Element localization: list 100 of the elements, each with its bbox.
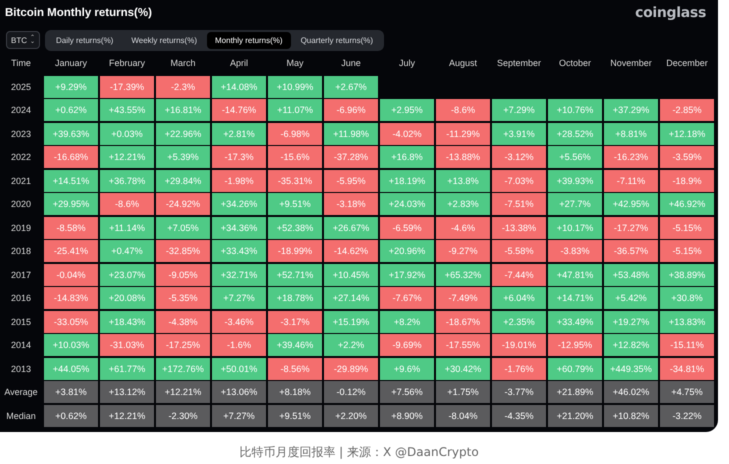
column-header: July xyxy=(398,57,416,70)
row-label: 2025 xyxy=(10,80,32,94)
table-cell: +44.05% xyxy=(44,358,98,380)
table-cell: +13.06% xyxy=(212,381,266,403)
table-cell: -7.11% xyxy=(604,170,658,192)
table-cell: +12.18% xyxy=(660,122,714,144)
table-cell: +14.08% xyxy=(212,76,266,98)
table-cell: -8.04% xyxy=(436,404,490,426)
table-cell: +29.84% xyxy=(156,170,210,192)
table-cell: -17.39% xyxy=(100,76,154,98)
table-cell: +61.77% xyxy=(100,358,154,380)
row-label: 2014 xyxy=(10,339,32,352)
table-cell: +65.32% xyxy=(436,264,490,286)
table-cell: -31.03% xyxy=(100,334,154,356)
table-cell: -15.11% xyxy=(660,334,714,356)
table-cell: -4.35% xyxy=(492,404,546,426)
table-cell: +27.7% xyxy=(548,193,602,215)
table-cell: +12.21% xyxy=(100,404,154,426)
table-cell: -7.67% xyxy=(380,287,434,309)
brand-logo: coinglass xyxy=(635,5,706,21)
table-cell: -8.6% xyxy=(100,193,154,215)
row-label: 2019 xyxy=(10,222,32,234)
table-cell: +46.02% xyxy=(604,381,658,403)
table-cell: -17.25% xyxy=(156,334,210,356)
table-cell: -18.67% xyxy=(436,310,490,332)
table-cell: +15.19% xyxy=(324,310,378,332)
table-cell: -3.17% xyxy=(268,310,322,332)
table-cell: +2.67% xyxy=(324,76,378,98)
table-cell: -3.46% xyxy=(212,310,266,332)
table-cell: -19.01% xyxy=(492,334,546,356)
table-cell: +3.91% xyxy=(492,122,546,144)
period-tab[interactable]: Daily returns(%) xyxy=(48,32,122,48)
table-cell: +10.99% xyxy=(268,76,322,98)
table-cell: -3.77% xyxy=(492,381,546,403)
table-cell: +10.45% xyxy=(324,264,378,286)
row-label: 2022 xyxy=(10,151,32,164)
table-cell: +172.76% xyxy=(156,358,210,380)
table-cell: +28.52% xyxy=(548,122,602,144)
table-cell: +30.42% xyxy=(436,358,490,380)
image-caption: 比特币月度回报率 | 来源：X @DaanCrypto xyxy=(239,445,479,459)
table-cell: +2.2% xyxy=(324,334,378,356)
table-cell: +2.81% xyxy=(212,122,266,144)
row-label: 2015 xyxy=(10,316,32,328)
table-cell: +18.78% xyxy=(268,287,322,309)
table-cell: -37.28% xyxy=(324,146,378,168)
table-cell: +37.29% xyxy=(604,99,658,121)
table-cell: +17.92% xyxy=(380,264,434,286)
row-label: Median xyxy=(5,410,37,422)
table-cell: +11.07% xyxy=(268,99,322,121)
period-tab[interactable]: Quarterly returns(%) xyxy=(292,32,382,48)
table-cell: -34.81% xyxy=(660,358,714,380)
table-cell: -16.23% xyxy=(604,146,658,168)
table-cell: +5.56% xyxy=(548,146,602,168)
chart-title: Bitcoin Monthly returns(%) xyxy=(5,7,152,19)
table-cell: +29.95% xyxy=(44,193,98,215)
table-cell: +4.75% xyxy=(660,381,714,403)
table-cell: +38.89% xyxy=(660,264,714,286)
column-header: November xyxy=(609,57,653,70)
row-label: 2021 xyxy=(10,174,32,188)
table-cell: -14.76% xyxy=(212,99,266,121)
table-cell: -5.15% xyxy=(660,240,714,262)
column-header: April xyxy=(228,57,249,70)
table-cell: +5.39% xyxy=(156,146,210,168)
table-cell: -3.59% xyxy=(660,146,714,168)
table-cell: +50.01% xyxy=(212,358,266,380)
row-label: 2024 xyxy=(10,104,32,117)
table-cell: +9.6% xyxy=(380,358,434,380)
table-cell: -6.59% xyxy=(380,216,434,238)
table-cell: +20.08% xyxy=(100,287,154,309)
table-cell: -9.69% xyxy=(380,334,434,356)
column-header: December xyxy=(665,57,709,70)
table-cell: -33.05% xyxy=(44,310,98,332)
table-cell: +27.14% xyxy=(324,287,378,309)
table-cell: -6.98% xyxy=(268,122,322,144)
table-cell: -11.29% xyxy=(436,122,490,144)
table-cell: -5.35% xyxy=(156,287,210,309)
column-header: May xyxy=(285,57,304,70)
table-cell: +2.83% xyxy=(436,193,490,215)
period-tab[interactable]: Monthly returns(%) xyxy=(207,32,291,48)
period-tab[interactable]: Weekly returns(%) xyxy=(123,32,205,48)
table-cell: +449.35% xyxy=(604,358,658,380)
table-cell: -36.57% xyxy=(604,240,658,262)
table-cell: +7.29% xyxy=(492,99,546,121)
table-cell: -3.22% xyxy=(660,404,714,426)
table-cell: -1.6% xyxy=(212,334,266,356)
table-cell: -6.96% xyxy=(324,99,378,121)
table-cell: +39.63% xyxy=(44,122,98,144)
table-cell: -9.05% xyxy=(156,264,210,286)
table-cell: -25.41% xyxy=(44,240,98,262)
column-header: March xyxy=(169,57,196,70)
table-cell: -18.9% xyxy=(660,170,714,192)
table-cell: +8.81% xyxy=(604,122,658,144)
table-cell: +9.51% xyxy=(268,193,322,215)
table-cell: -12.95% xyxy=(548,334,602,356)
table-cell: +13.12% xyxy=(100,381,154,403)
table-cell: +33.49% xyxy=(548,310,602,332)
table-cell: -4.38% xyxy=(156,310,210,332)
table-cell: +10.76% xyxy=(548,99,602,121)
table-cell: -13.38% xyxy=(492,216,546,238)
table-cell: -5.58% xyxy=(492,240,546,262)
